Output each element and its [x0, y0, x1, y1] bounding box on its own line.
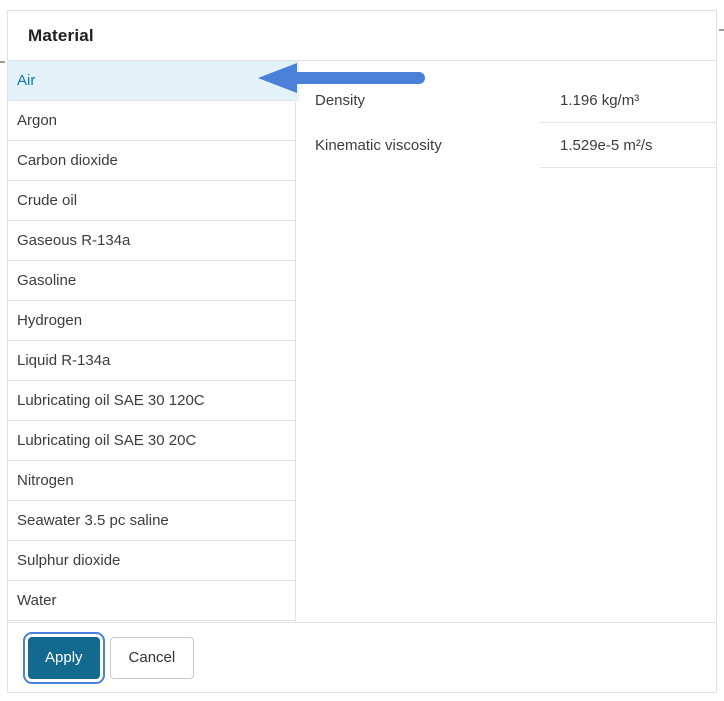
material-list-item-gasoline[interactable]: Gasoline — [8, 261, 295, 301]
material-list-item-sulphur-dioxide[interactable]: Sulphur dioxide — [8, 541, 295, 581]
page: Material Air Argon Carbon dioxide Crude … — [0, 0, 724, 701]
material-list-item-seawater[interactable]: Seawater 3.5 pc saline — [8, 501, 295, 541]
property-value: 1.196 kg/m³ — [540, 78, 716, 123]
material-list-item-nitrogen[interactable]: Nitrogen — [8, 461, 295, 501]
material-list-item-carbon-dioxide[interactable]: Carbon dioxide — [8, 141, 295, 181]
material-list-item-lubricating-oil-sae30-20c[interactable]: Lubricating oil SAE 30 20C — [8, 421, 295, 461]
material-list-item-argon[interactable]: Argon — [8, 101, 295, 141]
property-label: Kinematic viscosity — [315, 137, 442, 154]
material-dialog: Material Air Argon Carbon dioxide Crude … — [7, 10, 717, 693]
material-list-item-gaseous-r134a[interactable]: Gaseous R-134a — [8, 221, 295, 261]
material-list-item-hydrogen[interactable]: Hydrogen — [8, 301, 295, 341]
material-list-item-air[interactable]: Air — [8, 61, 295, 101]
dialog-footer: Apply Cancel — [8, 622, 716, 692]
material-list-item-lubricating-oil-sae30-120c[interactable]: Lubricating oil SAE 30 120C — [8, 381, 295, 421]
material-list: Air Argon Carbon dioxide Crude oil Gaseo… — [8, 61, 296, 622]
dialog-title: Material — [28, 25, 94, 45]
material-list-item-liquid-r134a[interactable]: Liquid R-134a — [8, 341, 295, 381]
material-list-item-crude-oil[interactable]: Crude oil — [8, 181, 295, 221]
dialog-body: Air Argon Carbon dioxide Crude oil Gaseo… — [8, 61, 716, 622]
material-list-item-water[interactable]: Water — [8, 581, 295, 621]
property-row-kinematic-viscosity: Kinematic viscosity 1.529e-5 m²/s — [296, 123, 716, 168]
annotation-handle-left — [0, 61, 5, 63]
annotation-handle-right — [719, 29, 724, 31]
dialog-header: Material — [8, 11, 716, 61]
material-properties-panel: Density 1.196 kg/m³ Kinematic viscosity … — [296, 61, 716, 622]
apply-button[interactable]: Apply — [23, 631, 105, 684]
cancel-button[interactable]: Cancel — [109, 636, 195, 679]
property-label: Density — [315, 92, 366, 109]
property-value: 1.529e-5 m²/s — [540, 123, 716, 168]
property-row-density: Density 1.196 kg/m³ — [296, 78, 716, 123]
